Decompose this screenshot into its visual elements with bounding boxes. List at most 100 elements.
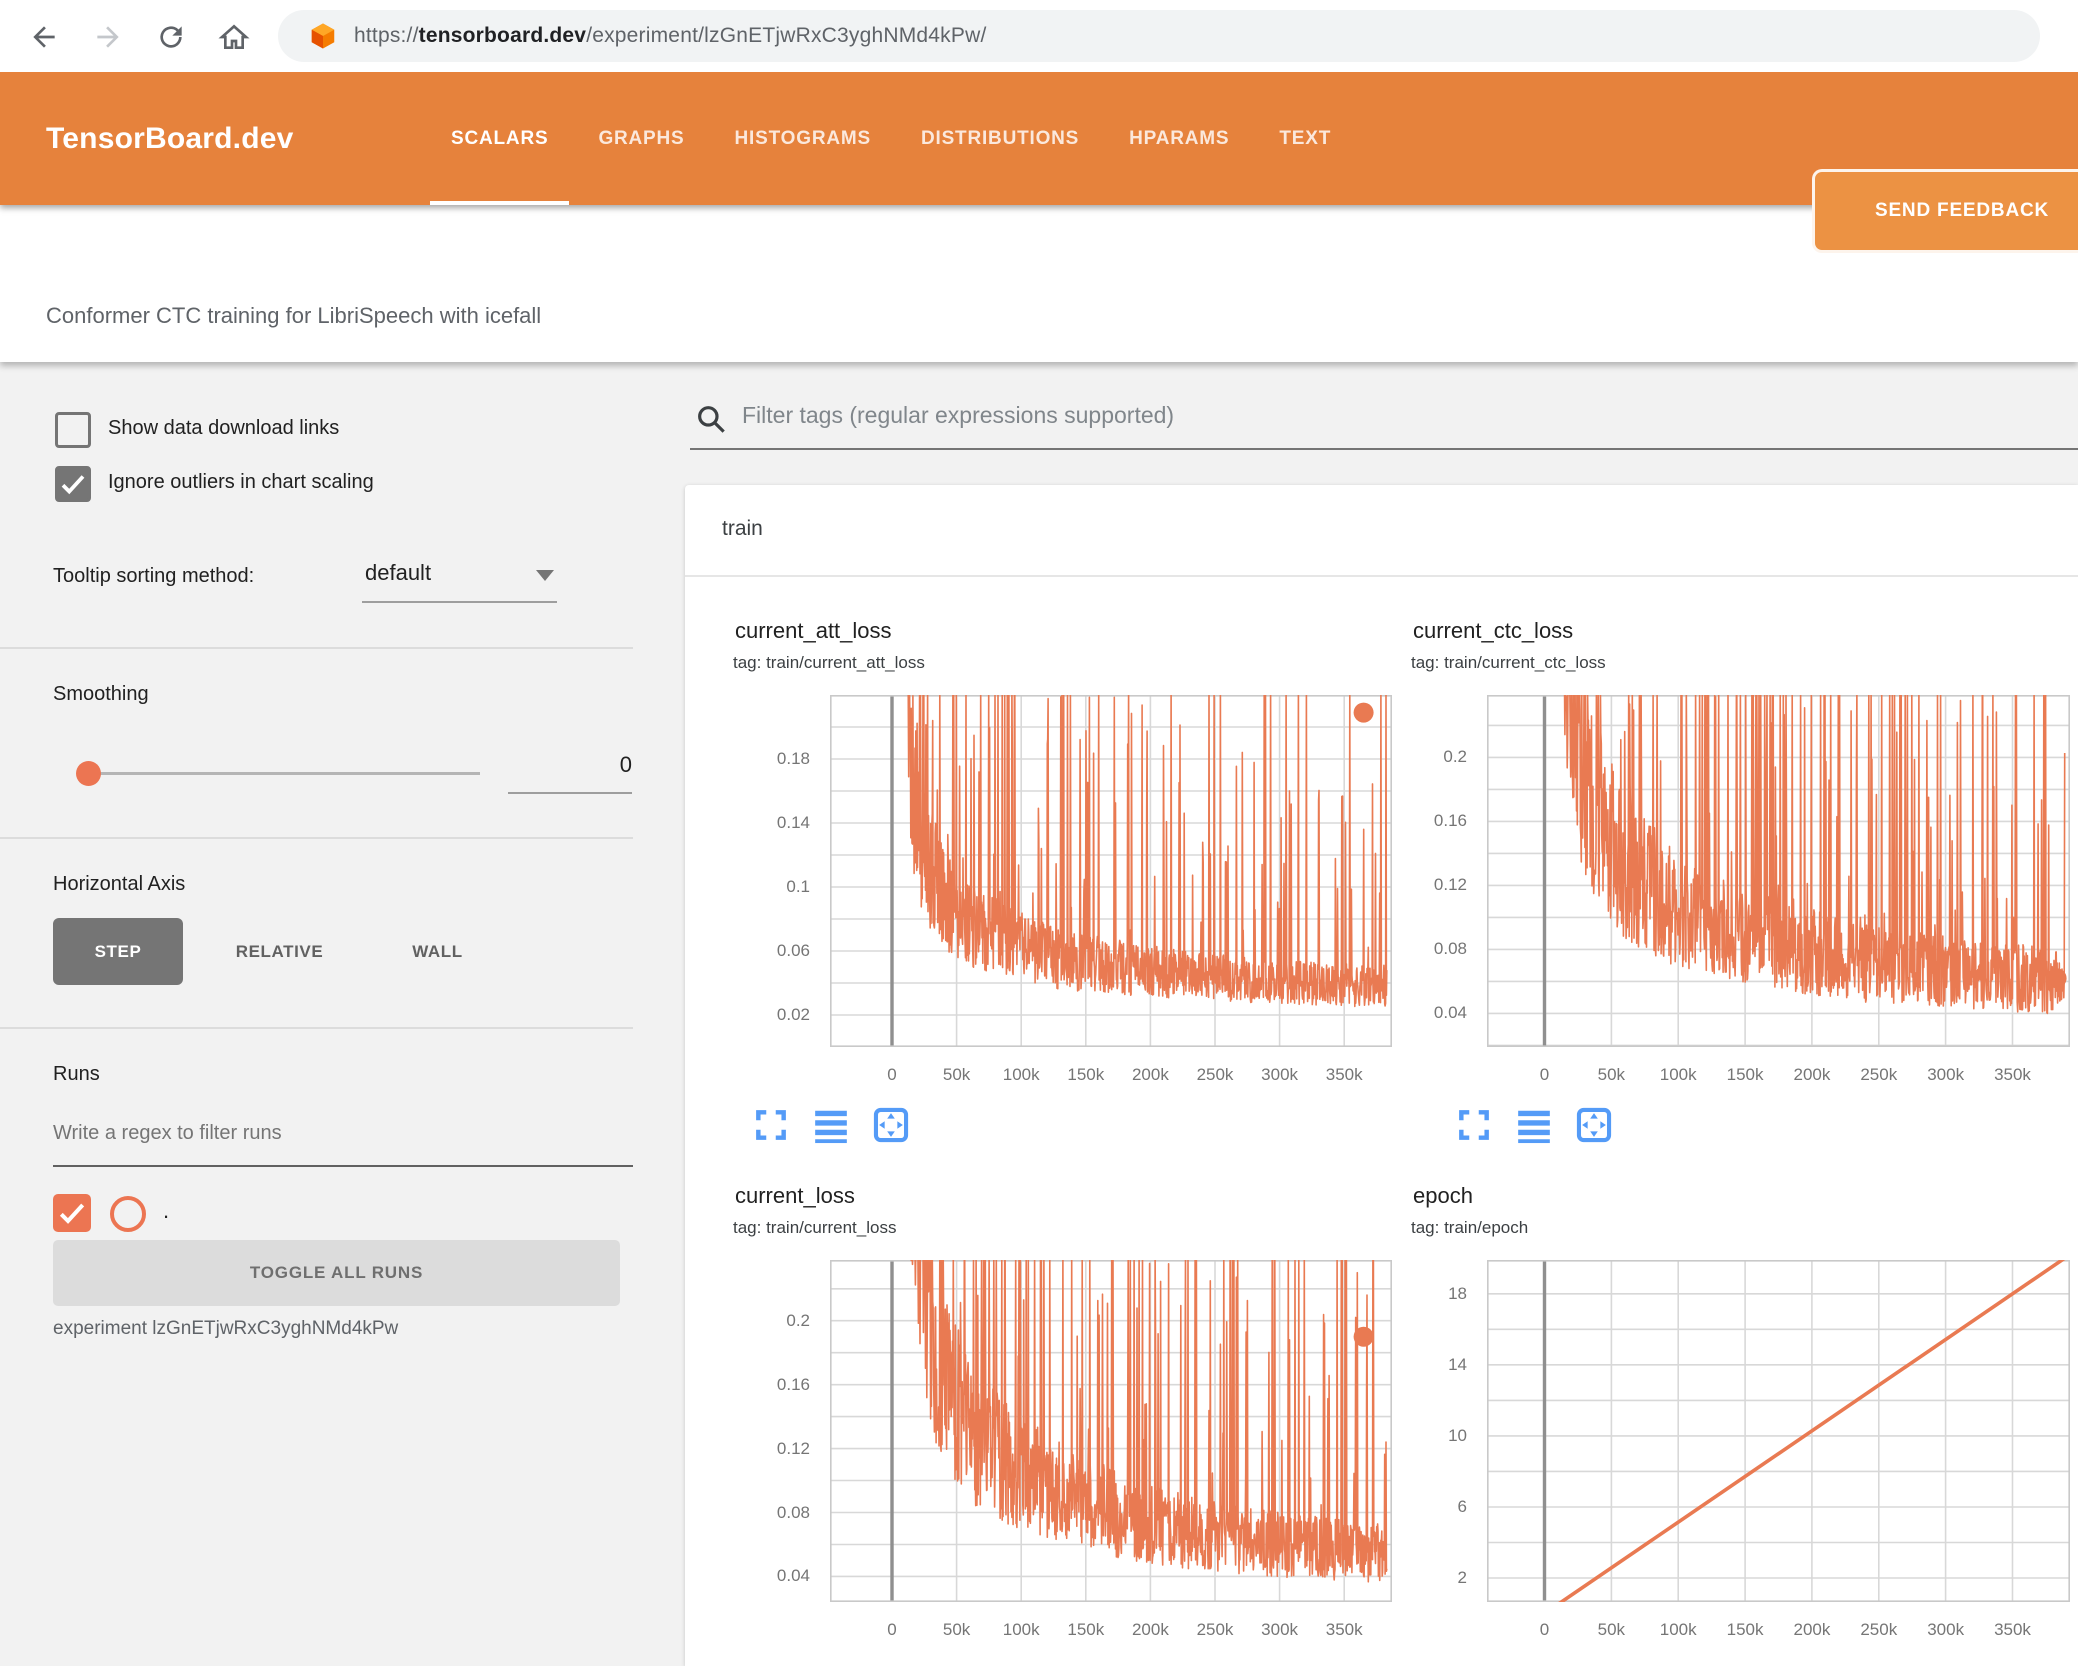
y-tick-label: 0.02: [776, 1005, 810, 1024]
y-tick-label: 0.16: [1433, 811, 1467, 831]
show-download-links-checkbox[interactable]: [55, 412, 91, 448]
y-tick-label: 0.12: [776, 1438, 810, 1458]
y-tick-label: 6: [1457, 1496, 1467, 1516]
divider: [0, 837, 633, 839]
url-scheme: https://: [354, 24, 419, 47]
chart-tag-current-att-loss: tag: train/current_att_loss: [733, 653, 925, 672]
final-point-marker[interactable]: [1353, 702, 1374, 723]
smoothing-slider-thumb[interactable]: [76, 761, 101, 786]
y-tick-label: 0.2: [1443, 747, 1467, 767]
tab-text[interactable]: TEXT: [1258, 72, 1352, 205]
chart-canvas[interactable]: [830, 1260, 1392, 1602]
address-bar[interactable]: https://tensorboard.dev/experiment/lzGnE…: [278, 10, 2040, 62]
y-tick-label: 0.04: [1433, 1003, 1467, 1023]
show-download-links-label: Show data download links: [108, 417, 340, 439]
tensorboard-favicon: [311, 23, 335, 49]
filter-tags-input[interactable]: [742, 402, 2022, 429]
experiment-id-text: experiment lzGnETjwRxC3yghNMd4kPw: [53, 1318, 399, 1339]
axis-step-button[interactable]: STEP: [53, 918, 183, 985]
section-title[interactable]: train: [722, 517, 763, 541]
axis-wall-button[interactable]: WALL: [395, 918, 480, 985]
chart-canvas[interactable]: [1487, 695, 2070, 1047]
smoothing-label: Smoothing: [53, 683, 149, 705]
log-scale-icon[interactable]: [1515, 1106, 1553, 1144]
y-tick-label: 0.04: [776, 1566, 810, 1586]
y-tick-label: 0.18: [776, 749, 810, 768]
run-checkbox[interactable]: [53, 1194, 91, 1232]
loss-series-line: [1563, 695, 2066, 1015]
search-icon: [698, 406, 725, 433]
back-icon[interactable]: [28, 21, 60, 53]
tooltip-select-underline: [362, 601, 557, 603]
axis-relative-button[interactable]: RELATIVE: [222, 918, 337, 985]
ignore-outliers-checkbox[interactable]: [55, 466, 91, 502]
ignore-outliers-label: Ignore outliers in chart scaling: [108, 471, 374, 493]
browser-toolbar: https://tensorboard.dev/experiment/lzGnE…: [0, 0, 2078, 72]
tab-graphs[interactable]: GRAPHS: [577, 72, 705, 205]
chart-title-epoch: epoch: [1413, 1183, 1473, 1208]
loss-series-line: [910, 1260, 1388, 1583]
chart-tag-epoch: tag: train/epoch: [1411, 1218, 1529, 1237]
loss-series-line: [907, 695, 1388, 1008]
smoothing-value-underline: [508, 792, 632, 794]
section-divider: [685, 575, 2078, 577]
y-tick-label: 0.06: [776, 941, 810, 960]
experiment-title-bar: Conformer CTC training for LibriSpeech w…: [0, 205, 2078, 362]
x-tick-label: 350k: [1994, 1065, 2031, 1084]
chevron-down-icon[interactable]: [536, 570, 554, 581]
chart-plot-epoch[interactable]: [1487, 1260, 2070, 1602]
y-tick-label: 10: [1448, 1425, 1467, 1445]
y-tick-label: 0.16: [776, 1374, 810, 1394]
experiment-title: Conformer CTC training for LibriSpeech w…: [46, 303, 542, 328]
smoothing-slider-track[interactable]: [85, 772, 480, 775]
tab-histograms[interactable]: HISTOGRAMS: [714, 72, 892, 205]
runs-input-underline: [53, 1165, 633, 1167]
chart-title-current-loss: current_loss: [735, 1183, 855, 1208]
y-tick-label: 0.2: [786, 1310, 810, 1330]
chart-canvas[interactable]: [1487, 1260, 2070, 1602]
runs-regex-input[interactable]: [53, 1122, 613, 1145]
x-tick-label: 350k: [1994, 1620, 2031, 1639]
chart-plot-current-loss[interactable]: [830, 1260, 1392, 1602]
home-icon[interactable]: [218, 21, 250, 53]
chart-plot-current-att-loss[interactable]: [830, 695, 1392, 1047]
send-feedback-button[interactable]: SEND FEEDBACK: [1812, 169, 2078, 253]
chart-title-current-att-loss: current_att_loss: [735, 618, 892, 643]
log-scale-icon[interactable]: [812, 1106, 850, 1144]
y-tick-label: 2: [1457, 1568, 1467, 1588]
tensorboard-dev-page: https://tensorboard.dev/experiment/lzGnE…: [0, 0, 2078, 1666]
run-name: .: [163, 1198, 170, 1223]
y-tick-label: 18: [1448, 1283, 1467, 1303]
check-icon: [59, 1203, 85, 1224]
chart-plot-current-ctc-loss[interactable]: [1487, 695, 2070, 1047]
tooltip-sorting-select[interactable]: default: [365, 560, 431, 586]
smoothing-value[interactable]: 0: [508, 752, 632, 778]
tab-distributions[interactable]: DISTRIBUTIONS: [900, 72, 1100, 205]
check-icon: [61, 475, 85, 495]
final-point-marker[interactable]: [2046, 968, 2067, 989]
url-domain: tensorboard.dev: [418, 24, 587, 47]
app-header: TensorBoard.dev SCALARS GRAPHS HISTOGRAM…: [0, 72, 2078, 253]
chart-canvas[interactable]: [830, 695, 1392, 1047]
x-tick-label: 350k: [1325, 1065, 1363, 1084]
divider: [0, 647, 633, 649]
reload-icon[interactable]: [155, 21, 187, 53]
fullscreen-icon[interactable]: [752, 1106, 790, 1144]
y-tick-label: 0.12: [1433, 875, 1467, 895]
toggle-all-runs-button[interactable]: TOGGLE ALL RUNS: [53, 1240, 620, 1306]
chart-tag-current-loss: tag: train/current_loss: [733, 1218, 897, 1237]
app-logo: TensorBoard.dev: [46, 121, 294, 155]
fullscreen-icon[interactable]: [1455, 1106, 1493, 1144]
fit-domain-icon[interactable]: [1575, 1106, 1613, 1144]
tab-scalars[interactable]: SCALARS: [430, 72, 570, 205]
tab-hparams[interactable]: HPARAMS: [1108, 72, 1250, 205]
fit-domain-icon[interactable]: [872, 1106, 910, 1144]
runs-label: Runs: [53, 1063, 100, 1085]
final-point-marker[interactable]: [1353, 1326, 1374, 1347]
divider: [0, 1027, 633, 1029]
y-tick-label: 0.1: [786, 877, 810, 896]
chart-title-current-ctc-loss: current_ctc_loss: [1413, 618, 1574, 643]
main-nav: SCALARS GRAPHS HISTOGRAMS DISTRIBUTIONS …: [430, 72, 1360, 205]
chart-tag-current-ctc-loss: tag: train/current_ctc_loss: [1411, 653, 1606, 672]
forward-icon[interactable]: [92, 21, 124, 53]
